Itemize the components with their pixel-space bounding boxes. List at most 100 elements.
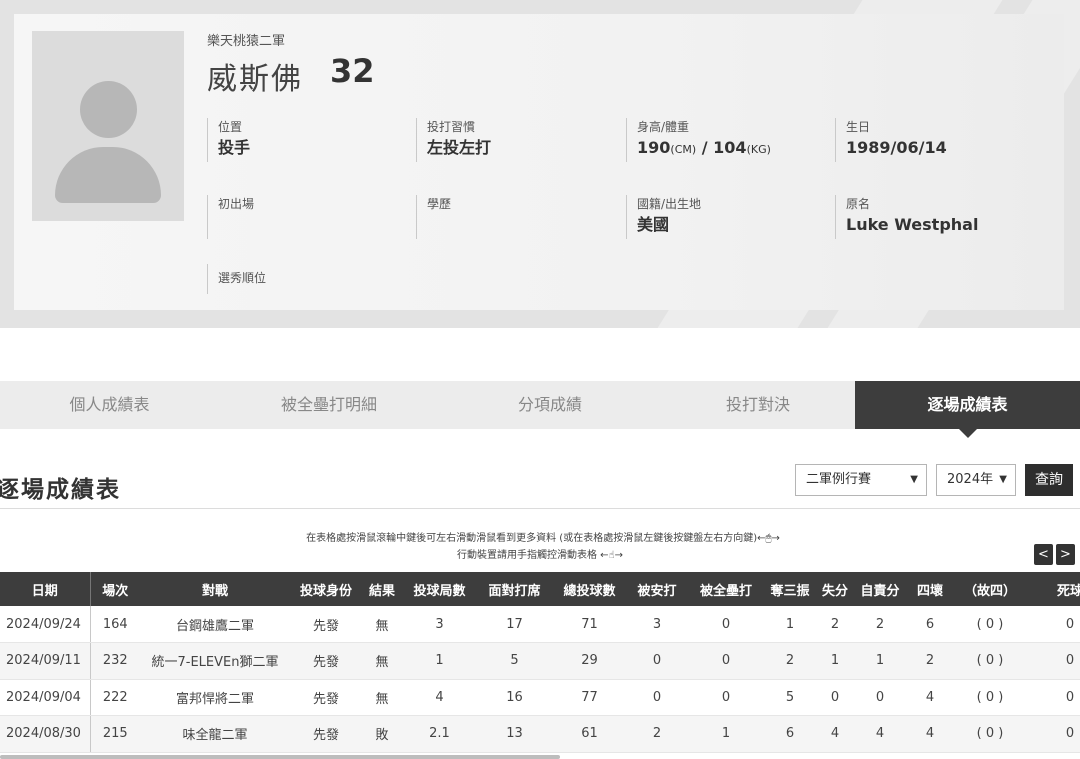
table-cell: 1 [402,642,477,680]
query-button[interactable]: 查詢 [1025,464,1073,496]
section-title: 逐場成績表 [0,477,121,503]
year-value: 2024年 [947,472,994,487]
table-cell: 4 [905,679,955,716]
field-label: 生日 [846,120,871,134]
table-cell: 17 [477,606,552,643]
field-birthday: 生日 1989/06/14 [835,118,1035,162]
field-height-weight: 身高/體重 190(CM) / 104(KG) [626,118,816,162]
height-unit: (CM) [670,143,697,156]
field-original-name: 原名 Luke Westphal [835,195,1055,239]
tab-game-log[interactable]: 逐場成績表 [855,381,1080,438]
table-cell: 0 [687,679,765,716]
table-cell: 29 [552,642,627,680]
tab-matchups[interactable]: 投打對決 [661,381,855,429]
table-cell: 無 [362,606,402,643]
table-cell: 4 [815,715,855,753]
chevron-down-icon: ▼ [910,474,918,485]
table-cell: 先發 [290,715,362,753]
table-cell: 台鋼雄鷹二軍 [140,606,290,643]
table-cell: 77 [552,679,627,716]
table-row: 2024/09/11 232 統一7-ELEVEn獅二軍 先發無 1 5 29 0 0 2 1 1 2(… [0,642,1080,680]
table-cell: 2024/08/30 [0,715,91,753]
table-cell: 2 [905,642,955,680]
table-cell: 232 [90,642,140,680]
field-label: 位置 [218,120,243,134]
table-cell: 0 [815,679,855,716]
table-cell: 2 [815,606,855,643]
table-cell: 0 [1025,606,1080,643]
tab-label: 逐場成績表 [927,395,1008,414]
horizontal-scrollbar[interactable] [0,755,560,759]
game-type-select[interactable]: 二軍例行賽 ▼ [795,464,927,496]
table-cell: 4 [905,715,955,753]
stats-tab-bar: 個人成績表 被全壘打明細 分項成績 投打對決 逐場成績表 [0,381,1080,438]
game-type-value: 二軍例行賽 [806,472,872,487]
table-cell: 2 [627,715,687,753]
column-header: 結果 [362,572,402,606]
game-log-table: 日期 場次 對戰 投球身份 結果 投球局數 面對打席 總投球數 被安打 被全壘打… [0,572,1080,753]
table-cell: ( 0 ) [955,715,1025,753]
scroll-hint-desktop: 在表格處按滑鼠滾輪中鍵後可左右滑動滑鼠看到更多資料 (或在表格處按滑鼠左鍵後按鍵… [306,533,780,544]
column-header: 奪三振 [765,572,815,606]
table-cell: 71 [552,606,627,643]
table-cell: 0 [1025,715,1080,753]
scroll-left-button[interactable]: < [1034,544,1053,565]
player-avatar [32,31,184,221]
table-cell: 統一7-ELEVEn獅二軍 [140,642,290,680]
field-value: 投手 [218,138,251,157]
tab-split-stats[interactable]: 分項成績 [439,381,661,429]
team-name: 樂天桃猿二軍 [207,34,286,49]
table-cell: 富邦悍將二軍 [140,679,290,716]
column-header: 對戰 [140,572,290,606]
table-row: 2024/09/04 222 富邦悍將二軍 先發無 4 16 77 0 0 5 0 0 4( 0 ) 0 [0,679,1080,716]
table-cell: 6 [905,606,955,643]
table-cell: 0 [627,679,687,716]
table-cell: 敗 [362,715,402,753]
table-cell: 3 [627,606,687,643]
field-draft: 選秀順位 [207,264,397,294]
game-log-table-container[interactable]: 日期 場次 對戰 投球身份 結果 投球局數 面對打席 總投球數 被安打 被全壘打… [0,572,1080,759]
column-header: 面對打席 [477,572,552,606]
player-name: 威斯佛 [207,62,303,97]
tab-personal-stats[interactable]: 個人成績表 [0,381,219,429]
table-cell: 16 [477,679,552,716]
chevron-down-icon: ▼ [999,474,1007,485]
tab-home-runs-allowed[interactable]: 被全壘打明細 [219,381,439,429]
table-cell: 6 [765,715,815,753]
column-header: 被安打 [627,572,687,606]
table-cell: 無 [362,679,402,716]
table-cell: 味全龍二軍 [140,715,290,753]
table-cell: 222 [90,679,140,716]
hw-separator: / [696,138,714,157]
year-select[interactable]: 2024年 ▼ [936,464,1016,496]
table-row: 2024/08/30 215 味全龍二軍 先發敗 2.1 13 61 2 1 6 4 4 4( 0 ) 0 [0,715,1080,753]
active-tab-caret [958,429,977,438]
field-position: 位置 投手 [207,118,397,162]
table-cell: 先發 [290,606,362,643]
field-value: 190(CM) / 104(KG) [637,137,816,161]
table-cell: 4 [402,679,477,716]
scroll-hint-mobile: 行動裝置請用手指觸控滑動表格 ←☝→ [456,550,624,561]
player-profile-card: 樂天桃猿二軍 威斯佛 32 位置 投手 投打習慣 左投左打 身高/體重 190(… [14,14,1064,310]
table-cell: 0 [627,642,687,680]
player-number: 32 [330,52,375,90]
table-cell: 0 [1025,679,1080,716]
table-cell: ( 0 ) [955,606,1025,643]
field-label: 選秀順位 [218,271,267,285]
table-cell: 先發 [290,642,362,680]
scroll-right-button[interactable]: > [1056,544,1075,565]
field-value: Luke Westphal [846,215,979,234]
column-header: 被全壘打 [687,572,765,606]
field-batting-habit: 投打習慣 左投左打 [416,118,606,162]
column-header: 場次 [90,572,140,606]
table-cell: 無 [362,642,402,680]
table-cell: 2.1 [402,715,477,753]
field-value: 左投左打 [427,138,492,157]
divider [0,508,1080,509]
table-cell: 215 [90,715,140,753]
field-label: 身高/體重 [637,120,690,134]
table-cell: 1 [855,642,905,680]
table-cell: 0 [687,642,765,680]
table-cell: 13 [477,715,552,753]
table-cell: 1 [687,715,765,753]
